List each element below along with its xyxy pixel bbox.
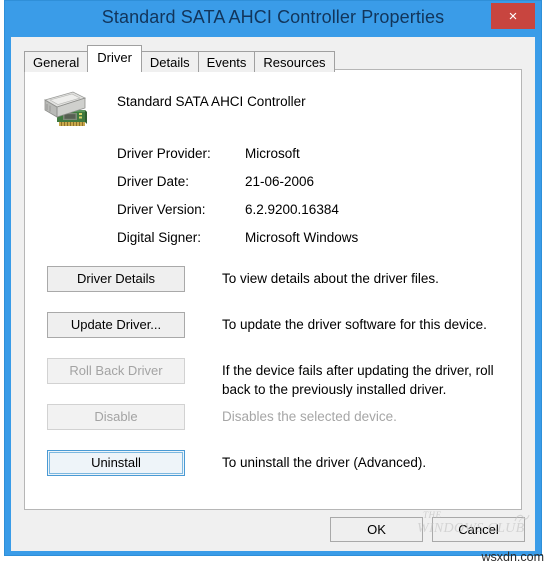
driver-details-button[interactable]: Driver Details [47,266,185,292]
driver-date-label: Driver Date: [117,174,190,189]
ok-button[interactable]: OK [330,517,423,542]
site-footer-text: wsxdn.com [481,550,544,564]
driver-date-row: Driver Date: 21-06-2006 [117,174,517,202]
tab-events[interactable]: Events [197,51,256,72]
driver-provider-row: Driver Provider: Microsoft [117,146,517,174]
driver-version-value: 6.2.9200.16384 [245,202,339,217]
roll-back-driver-description: If the device fails after updating the d… [222,363,494,397]
digital-signer-row: Digital Signer: Microsoft Windows [117,230,517,258]
tab-resources[interactable]: Resources [254,51,335,72]
device-header: Standard SATA AHCI Controller [39,86,499,136]
title-bar: Standard SATA AHCI Controller Properties… [5,1,541,37]
cancel-button[interactable]: Cancel [432,517,525,542]
driver-info-grid: Driver Provider: Microsoft Driver Date: … [117,146,517,258]
digital-signer-value: Microsoft Windows [245,230,359,245]
update-driver-row: Update Driver... To update the driver so… [47,312,517,358]
screenshot-root: Standard SATA AHCI Controller Properties… [0,0,546,564]
properties-dialog-window: Standard SATA AHCI Controller Properties… [4,0,542,556]
uninstall-row: Uninstall To uninstall the driver (Advan… [47,450,517,496]
driver-date-value: 21-06-2006 [245,174,315,189]
window-title: Standard SATA AHCI Controller Properties [101,7,445,27]
update-driver-description: To update the driver software for this d… [222,317,487,332]
device-name: Standard SATA AHCI Controller [117,94,306,109]
dialog-footer: OK Cancel [11,517,535,551]
driver-details-description: To view details about the driver files. [222,271,439,286]
uninstall-description: To uninstall the driver (Advanced). [222,455,427,470]
driver-version-label: Driver Version: [117,202,206,217]
driver-version-row: Driver Version: 6.2.9200.16384 [117,202,517,230]
close-icon[interactable]: × [491,3,535,29]
driver-provider-value: Microsoft [245,146,300,161]
driver-actions: Driver Details To view details about the… [47,266,517,496]
update-driver-button[interactable]: Update Driver... [47,312,185,338]
driver-provider-label: Driver Provider: [117,146,211,161]
roll-back-driver-row: Roll Back Driver If the device fails aft… [47,358,517,404]
disable-device-description: Disables the selected device. [222,409,397,424]
sata-controller-icon [39,88,91,132]
disable-device-button: Disable [47,404,185,430]
uninstall-button[interactable]: Uninstall [47,450,185,476]
disable-device-row: Disable Disables the selected device. [47,404,517,450]
tab-details[interactable]: Details [140,51,199,72]
dialog-body: General Driver Details Events Resources [11,37,535,551]
digital-signer-label: Digital Signer: [117,230,202,245]
driver-tab-panel: Standard SATA AHCI Controller Driver Pro… [24,69,530,536]
driver-details-row: Driver Details To view details about the… [47,266,517,312]
tab-strip: General Driver Details Events Resources [24,45,335,72]
roll-back-driver-button: Roll Back Driver [47,358,185,384]
tab-general[interactable]: General [24,51,89,72]
tab-driver[interactable]: Driver [87,45,142,70]
